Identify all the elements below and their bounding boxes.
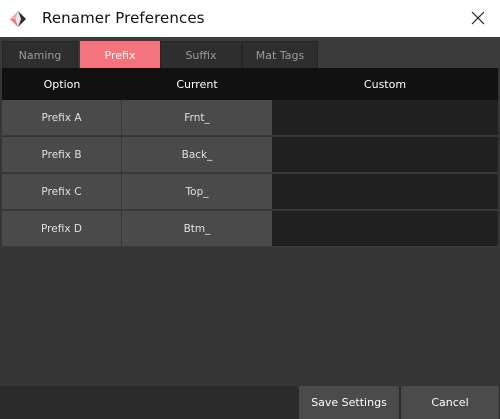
button-bar: Save Settings Cancel [0,386,500,419]
row-prefix-b-current: Back_ [122,137,272,173]
close-button[interactable] [462,4,494,32]
tab-bar: Naming Prefix Suffix Mat Tags [0,37,500,68]
row-prefix-d-option: Prefix D [2,211,122,247]
row-prefix-c-option: Prefix C [2,174,122,210]
row-prefix-a-custom-field[interactable] [272,100,498,136]
column-header-custom: Custom [272,68,498,100]
renamer-app-icon [10,10,26,28]
row-prefix-a-option: Prefix A [2,100,122,136]
close-icon [471,11,485,25]
tab-mat-tags[interactable]: Mat Tags [242,41,318,68]
row-prefix-d-custom-field[interactable] [272,211,498,247]
column-header-option: Option [2,68,122,100]
row-prefix-c-current: Top_ [122,174,272,210]
tab-suffix[interactable]: Suffix [160,41,242,68]
cancel-button[interactable]: Cancel [401,386,499,419]
save-settings-button[interactable]: Save Settings [299,386,399,419]
row-prefix-d-current: Btm_ [122,211,272,247]
row-prefix-c-custom-field[interactable] [272,174,498,210]
title-bar: Renamer Preferences [0,0,500,37]
prefix-table: Option Current Custom Prefix A Frnt_ Pre… [0,68,500,386]
tab-prefix[interactable]: Prefix [80,41,160,68]
row-prefix-b-option: Prefix B [2,137,122,173]
tab-naming[interactable]: Naming [2,41,78,68]
row-prefix-b-custom-field[interactable] [272,137,498,173]
preferences-body: Naming Prefix Suffix Mat Tags Option Cur… [0,37,500,419]
window-title: Renamer Preferences [42,9,205,27]
column-header-current: Current [122,68,272,100]
row-prefix-a-current: Frnt_ [122,100,272,136]
